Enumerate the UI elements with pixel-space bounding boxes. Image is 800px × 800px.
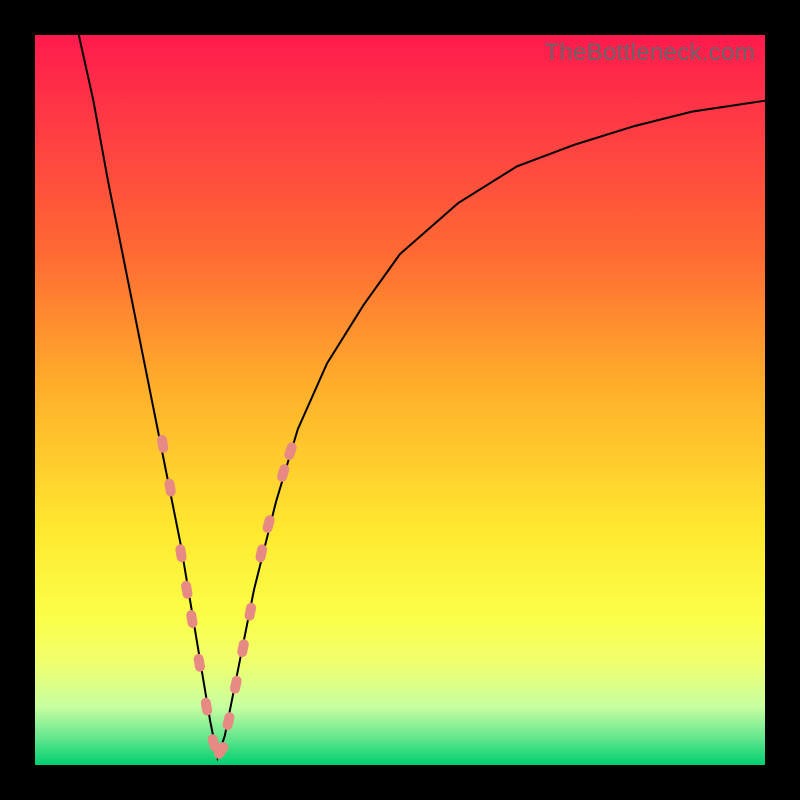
curve-marker — [180, 580, 193, 599]
curve-marker — [283, 441, 298, 461]
curve-marker — [244, 602, 257, 622]
bottleneck-curve — [79, 35, 765, 758]
chart-svg — [35, 35, 765, 765]
curve-marker — [229, 675, 242, 695]
curve-marker — [255, 543, 268, 563]
curve-marker — [193, 653, 206, 672]
plot-area: TheBottleneck.com — [35, 35, 765, 765]
curve-marker — [156, 434, 169, 453]
curve-marker — [175, 544, 188, 563]
curve-marker — [222, 711, 236, 731]
curve-marker — [236, 638, 249, 658]
marker-group — [156, 434, 298, 761]
curve-marker — [261, 514, 275, 534]
outer-frame: TheBottleneck.com — [0, 0, 800, 800]
curve-marker — [200, 697, 213, 716]
curve-marker — [164, 478, 177, 497]
curve-marker — [276, 463, 291, 483]
curve-marker — [185, 609, 198, 628]
